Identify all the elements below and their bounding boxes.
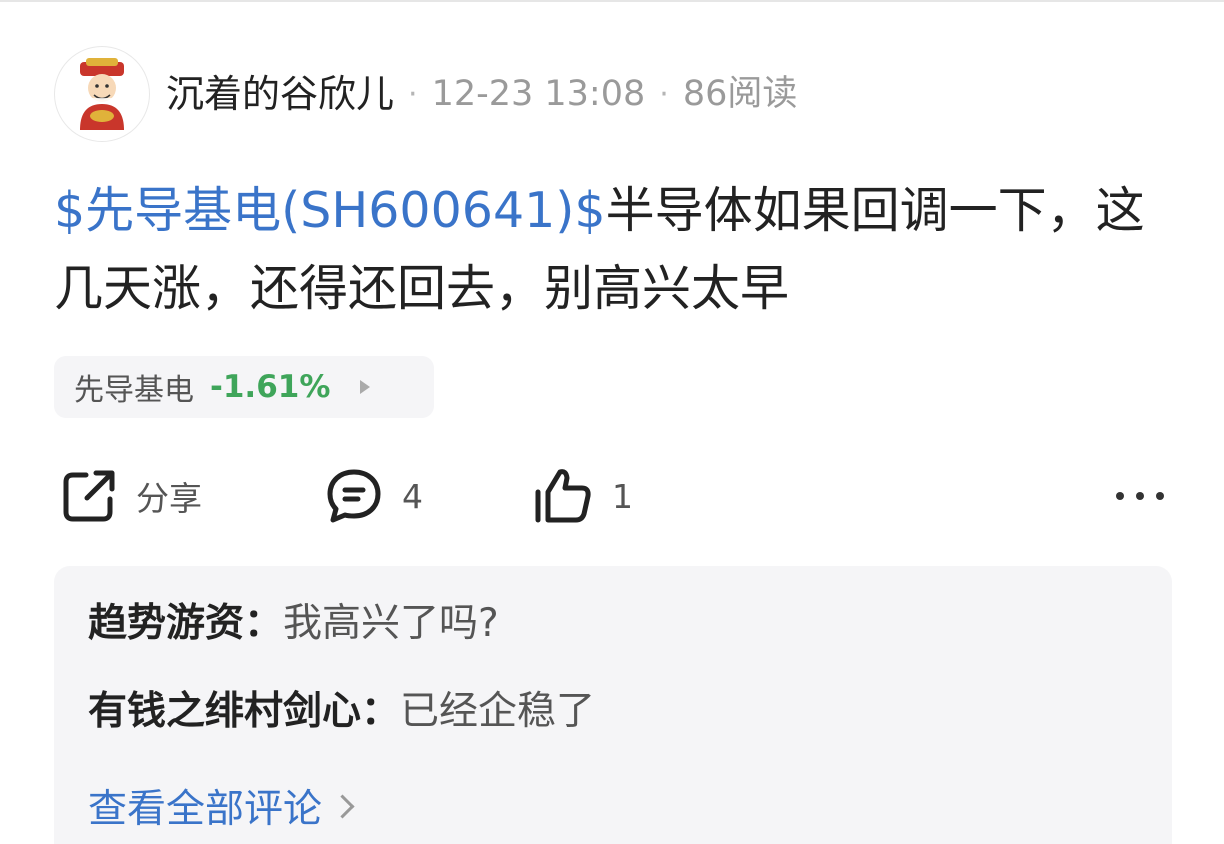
comment-user[interactable]: 趋势游资 <box>88 601 244 646</box>
post-card: 沉着的谷欣儿 · 12-23 13:08 · 86阅读 $先导基电(SH6006… <box>0 0 1224 844</box>
comment-item[interactable]: 趋势游资：我高兴了吗? <box>88 604 499 643</box>
author-row: 沉着的谷欣儿 · 12-23 13:08 · 86阅读 <box>54 44 797 144</box>
comment-button[interactable]: 4 <box>324 462 423 530</box>
post-timestamp: 12-23 13:08 <box>431 73 646 114</box>
comment-icon <box>327 469 381 523</box>
meta-separator: · <box>408 76 418 112</box>
comment-text: 我高兴了吗? <box>283 601 499 646</box>
comment-user[interactable]: 有钱之绯村剑心 <box>88 689 361 734</box>
chevron-right-icon <box>360 380 371 394</box>
comment-item[interactable]: 有钱之绯村剑心：已经企稳了 <box>88 692 595 731</box>
read-count: 86阅读 <box>682 73 798 114</box>
view-all-comments-link[interactable]: 查看全部评论 <box>88 778 355 834</box>
post-body: $先导基电(SH600641)$半导体如果回调一下，这几天涨，还得还回去，别高兴… <box>54 172 1174 328</box>
action-bar: 分享 4 1 <box>54 462 1170 530</box>
chevron-right-icon <box>330 793 355 819</box>
stock-chip-name: 先导基电 <box>74 373 194 408</box>
author-name[interactable]: 沉着的谷欣儿 <box>166 75 394 113</box>
thumbs-up-icon <box>535 469 591 523</box>
stock-chip[interactable]: 先导基电 -1.61% <box>54 356 434 418</box>
more-dots-icon <box>1136 492 1144 500</box>
view-all-comments-label: 查看全部评论 <box>88 787 323 832</box>
share-button[interactable]: 分享 <box>60 462 202 530</box>
like-button[interactable]: 1 <box>532 462 633 530</box>
avatar[interactable] <box>54 46 150 142</box>
stock-link[interactable]: $先导基电(SH600641)$ <box>54 182 606 239</box>
comments-preview: 趋势游资：我高兴了吗? 有钱之绯村剑心：已经企稳了 查看全部评论 <box>54 566 1172 844</box>
stock-chip-change: -1.61% <box>210 369 331 405</box>
more-dots-icon <box>1156 492 1164 500</box>
fortune-god-avatar-icon <box>80 58 124 130</box>
more-options-button[interactable] <box>1116 478 1164 514</box>
comment-colon: ： <box>244 601 284 646</box>
share-label: 分享 <box>136 479 202 518</box>
comment-count: 4 <box>402 476 423 516</box>
like-count: 1 <box>612 476 633 516</box>
more-dots-icon <box>1116 492 1124 500</box>
comment-text: 已经企稳了 <box>400 689 596 734</box>
meta-separator: · <box>659 76 669 112</box>
share-icon <box>63 470 115 522</box>
divider <box>0 0 1224 2</box>
comment-colon: ： <box>361 689 401 734</box>
